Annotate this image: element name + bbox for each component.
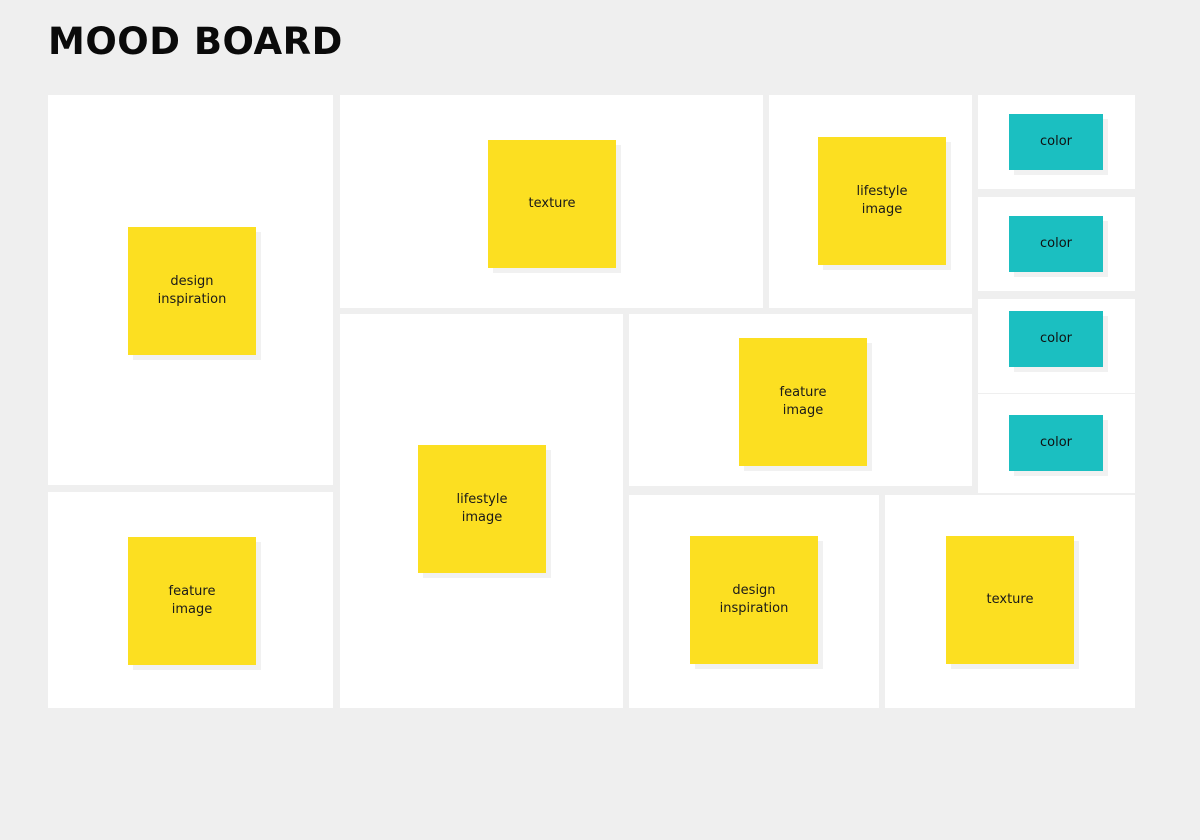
color-swatch-label: color [1039, 236, 1072, 251]
color-swatch[interactable]: color [1009, 114, 1103, 170]
texture-card-bottom[interactable]: texture [885, 495, 1135, 708]
lifestyle-image-card-top[interactable]: lifestyle image [769, 95, 972, 308]
sticky-note[interactable]: lifestyle image [418, 445, 546, 573]
color-swatch[interactable]: color [1009, 311, 1103, 367]
color-swatch-card-2[interactable]: color [978, 197, 1135, 291]
feature-image-card-bottom-left[interactable]: feature image [48, 492, 333, 708]
color-swatch[interactable]: color [1009, 415, 1103, 471]
color-swatch-card-3[interactable]: color [978, 299, 1135, 393]
color-swatch-card-1[interactable]: color [978, 95, 1135, 189]
sticky-note[interactable]: texture [488, 140, 616, 268]
sticky-note-label: design inspiration [719, 583, 789, 616]
sticky-note[interactable]: design inspiration [128, 227, 256, 355]
texture-card-top[interactable]: texture [340, 95, 763, 308]
sticky-note-label: design inspiration [157, 274, 227, 307]
sticky-note[interactable]: feature image [739, 338, 867, 466]
sticky-note[interactable]: design inspiration [690, 536, 818, 664]
color-swatch[interactable]: color [1009, 216, 1103, 272]
sticky-note-label: texture [986, 592, 1034, 607]
sticky-note-label: texture [528, 196, 576, 211]
design-inspiration-card-bottom[interactable]: design inspiration [629, 495, 879, 708]
sticky-note-label: lifestyle image [456, 492, 508, 525]
sticky-note-label: feature image [779, 385, 827, 418]
sticky-note[interactable]: feature image [128, 537, 256, 665]
design-inspiration-card-left[interactable]: design inspiration [48, 95, 333, 485]
color-swatch-label: color [1039, 134, 1072, 149]
sticky-note[interactable]: texture [946, 536, 1074, 664]
sticky-note-label: feature image [168, 584, 216, 617]
mood-board-canvas: design inspiration texture lifestyle image… [0, 0, 1200, 840]
sticky-note[interactable]: lifestyle image [818, 137, 946, 265]
feature-image-card-middle[interactable]: feature image [629, 314, 972, 486]
color-swatch-card-4[interactable]: color [978, 394, 1135, 493]
sticky-note-label: lifestyle image [856, 184, 908, 217]
lifestyle-image-card-tall[interactable]: lifestyle image [340, 314, 623, 708]
color-swatch-label: color [1039, 435, 1072, 450]
color-swatch-label: color [1039, 331, 1072, 346]
